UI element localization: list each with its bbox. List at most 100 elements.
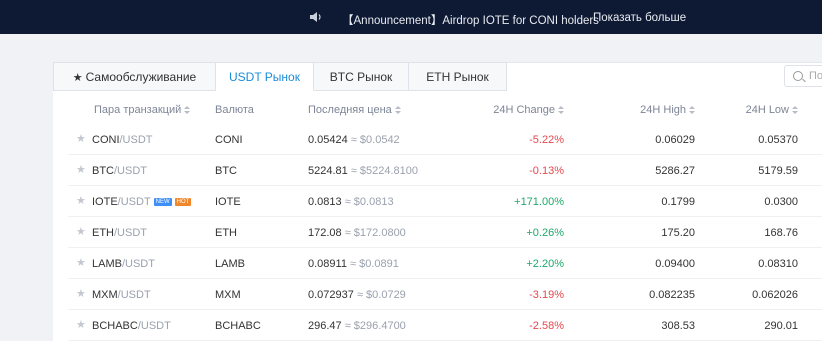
change-cell: -2.58% [529, 320, 564, 332]
pair-cell: ETH/USDT [92, 227, 147, 239]
currency-cell: IOTE [215, 196, 241, 208]
table-row[interactable]: ★ MXM/USDT MXM 0.072937 ≈ $0.0729 -3.19% 0.08… [68, 279, 822, 310]
favorite-star-icon[interactable]: ★ [76, 289, 87, 300]
usd-equivalent: ≈ $0.0813 [341, 196, 394, 208]
change-cell: -0.13% [529, 165, 564, 177]
high-cell: 0.06029 [655, 134, 695, 146]
currency-cell: LAMB [215, 258, 245, 270]
sort-icon [184, 105, 191, 115]
favorite-star-icon[interactable]: ★ [76, 227, 87, 238]
currency-cell: BTC [215, 165, 237, 177]
favorite-star-icon[interactable]: ★ [76, 196, 87, 207]
pair-base: MXM [92, 289, 118, 301]
column-header-label: 24H High [640, 104, 686, 116]
low-cell: 0.0300 [764, 196, 798, 208]
high-cell: 175.20 [661, 227, 695, 239]
usd-equivalent: ≈ $296.4700 [341, 320, 406, 332]
usd-equivalent: ≈ $0.0729 [353, 289, 406, 301]
pair-quote: /USDT [114, 227, 147, 239]
pair-base: CONI [92, 134, 120, 146]
table-row[interactable]: ★ LAMB/USDT LAMB 0.08911 ≈ $0.0891 +2.20% 0.0… [68, 248, 822, 279]
low-cell: 168.76 [764, 227, 798, 239]
usd-equivalent: ≈ $5224.8100 [347, 165, 419, 177]
column-header-label: 24H Change [493, 104, 555, 116]
favorite-star-icon[interactable]: ★ [76, 165, 87, 176]
search-input[interactable]: По [784, 65, 822, 87]
tab-self-service[interactable]: ★ Самообслуживание [53, 62, 216, 91]
currency-cell: ETH [215, 227, 237, 239]
column-header-24h-low[interactable]: 24H Low [746, 104, 798, 116]
pair-quote: /USDT [117, 289, 151, 301]
pair-quote: /USDT [114, 165, 147, 177]
favorite-star-icon[interactable]: ★ [76, 134, 87, 145]
speaker-icon [310, 12, 321, 22]
favorite-star-icon[interactable]: ★ [76, 320, 87, 331]
table-row[interactable]: ★ BTC/USDT BTC 5224.81 ≈ $5224.8100 -0.13% 52… [68, 155, 822, 186]
star-icon: ★ [72, 72, 83, 84]
high-cell: 5286.27 [655, 165, 695, 177]
tab-label: BTC Рынок [329, 70, 393, 84]
high-cell: 308.53 [661, 320, 695, 332]
change-cell: +0.26% [526, 227, 564, 239]
search-placeholder: По [809, 70, 822, 82]
column-header-label: Валюта [215, 104, 254, 116]
pair-base: BCHABC [92, 320, 138, 332]
table-row[interactable]: ★ CONI/USDT CONI 0.05424 ≈ $0.0542 -5.22% 0.0… [68, 124, 822, 155]
pair-quote: /USDT [119, 134, 153, 146]
show-more-link[interactable]: Показать больше [593, 12, 686, 24]
currency-cell: BCHABC [215, 320, 261, 332]
column-header-label: 24H Low [745, 104, 789, 116]
column-header-currency: Валюта [215, 104, 254, 116]
pair-cell: IOTE/USDT NEW HOT [92, 196, 192, 208]
last-price-value: 296.47 [308, 320, 342, 332]
pair-cell: BCHABC/USDT [92, 320, 171, 332]
announcement-text[interactable]: 【Announcement】Airdrop IOTE for CONI hold… [342, 12, 599, 28]
column-header-24h-high[interactable]: 24H High [640, 104, 695, 116]
pair-cell: MXM/USDT [92, 289, 151, 301]
announcement-bar: 【Announcement】Airdrop IOTE for CONI hold… [0, 0, 822, 34]
last-price-cell: 0.08911 ≈ $0.0891 [308, 258, 399, 270]
column-header-24h-change[interactable]: 24H Change [493, 104, 564, 116]
tab-btc-market[interactable]: BTC Рынок [314, 62, 409, 91]
low-cell: 0.08310 [758, 258, 798, 270]
pair-cell: LAMB/USDT [92, 258, 155, 270]
column-header-label: Последняя цена [308, 104, 392, 116]
tab-usdt-market[interactable]: USDT Рынок [216, 62, 314, 91]
low-cell: 0.05370 [758, 134, 798, 146]
high-cell: 0.09400 [655, 258, 695, 270]
last-price-value: 0.072937 [308, 289, 354, 301]
tab-label: USDT Рынок [229, 70, 300, 84]
last-price-cell: 5224.81 ≈ $5224.8100 [308, 165, 418, 177]
last-price-cell: 0.0813 ≈ $0.0813 [308, 196, 394, 208]
pair-cell: CONI/USDT [92, 134, 153, 146]
last-price-cell: 172.08 ≈ $172.0800 [308, 227, 406, 239]
usd-equivalent: ≈ $172.0800 [341, 227, 406, 239]
column-header-pair[interactable]: Пара транзакций [94, 104, 191, 116]
market-tabs: ★ Самообслуживание USDT Рынок BTC Рынок E… [53, 62, 507, 91]
favorite-star-icon[interactable]: ★ [76, 258, 87, 269]
pair-base: LAMB [92, 258, 122, 270]
high-cell: 0.082235 [649, 289, 695, 301]
currency-cell: CONI [215, 134, 243, 146]
column-header-label: Пара транзакций [94, 104, 182, 116]
table-row[interactable]: ★ IOTE/USDT NEW HOT IOTE 0.0813 ≈ $0.0813 +171… [68, 186, 822, 217]
sort-icon [792, 105, 798, 115]
pair-quote: /USDT [137, 320, 171, 332]
search-icon [793, 71, 803, 81]
change-cell: -5.22% [529, 134, 564, 146]
sort-icon [558, 105, 564, 115]
last-price-cell: 0.072937 ≈ $0.0729 [308, 289, 406, 301]
currency-cell: MXM [215, 289, 241, 301]
column-header-last-price[interactable]: Последняя цена [308, 104, 401, 116]
last-price-cell: 0.05424 ≈ $0.0542 [308, 134, 400, 146]
last-price-value: 0.08911 [308, 258, 347, 270]
new-badge: NEW [153, 198, 172, 206]
table-row[interactable]: ★ ETH/USDT ETH 172.08 ≈ $172.0800 +0.26% 175.… [68, 217, 822, 248]
table-row[interactable]: ★ BCHABC/USDT BCHABC 296.47 ≈ $296.4700 -2.5… [68, 310, 822, 341]
change-cell: +171.00% [514, 196, 564, 208]
high-cell: 0.1799 [661, 196, 695, 208]
sort-icon [394, 105, 401, 115]
tab-eth-market[interactable]: ETH Рынок [409, 62, 507, 91]
pair-base: IOTE [92, 196, 118, 208]
last-price-value: 0.0813 [308, 196, 342, 208]
